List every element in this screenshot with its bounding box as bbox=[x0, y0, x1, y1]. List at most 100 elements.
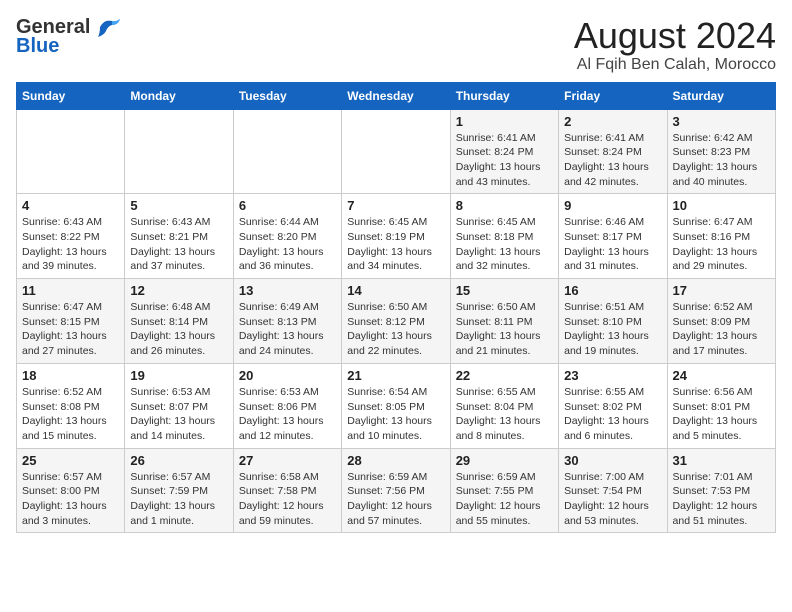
day-number: 21 bbox=[347, 368, 444, 383]
calendar-cell: 20 Sunrise: 6:53 AM Sunset: 8:06 PM Dayli… bbox=[233, 363, 341, 448]
title-block: August 2024 Al Fqih Ben Calah, Morocco bbox=[574, 16, 776, 74]
calendar-cell: 7 Sunrise: 6:45 AM Sunset: 8:19 PM Daylig… bbox=[342, 194, 450, 279]
day-number: 17 bbox=[673, 283, 770, 298]
calendar-subtitle: Al Fqih Ben Calah, Morocco bbox=[574, 56, 776, 74]
day-number: 30 bbox=[564, 453, 661, 468]
day-info: Sunrise: 6:52 AM Sunset: 8:09 PM Dayligh… bbox=[673, 300, 770, 359]
day-info: Sunrise: 6:59 AM Sunset: 7:55 PM Dayligh… bbox=[456, 470, 553, 529]
day-number: 29 bbox=[456, 453, 553, 468]
day-info: Sunrise: 6:54 AM Sunset: 8:05 PM Dayligh… bbox=[347, 385, 444, 444]
day-number: 28 bbox=[347, 453, 444, 468]
calendar-cell: 24 Sunrise: 6:56 AM Sunset: 8:01 PM Dayli… bbox=[667, 363, 775, 448]
header-wednesday: Wednesday bbox=[342, 82, 450, 109]
week-row-4: 18 Sunrise: 6:52 AM Sunset: 8:08 PM Dayli… bbox=[17, 363, 776, 448]
calendar-cell: 11Sunrise: 6:47 AM Sunset: 8:15 PM Dayli… bbox=[17, 279, 125, 364]
day-info: Sunrise: 6:46 AM Sunset: 8:17 PM Dayligh… bbox=[564, 215, 661, 274]
day-info: Sunrise: 6:44 AM Sunset: 8:20 PM Dayligh… bbox=[239, 215, 336, 274]
day-info: Sunrise: 6:55 AM Sunset: 8:02 PM Dayligh… bbox=[564, 385, 661, 444]
day-info: Sunrise: 6:45 AM Sunset: 8:18 PM Dayligh… bbox=[456, 215, 553, 274]
header-row: SundayMondayTuesdayWednesdayThursdayFrid… bbox=[17, 82, 776, 109]
calendar-cell: 22 Sunrise: 6:55 AM Sunset: 8:04 PM Dayli… bbox=[450, 363, 558, 448]
day-number: 18 bbox=[22, 368, 119, 383]
day-number: 6 bbox=[239, 198, 336, 213]
day-number: 11 bbox=[22, 283, 119, 298]
day-info: Sunrise: 6:59 AM Sunset: 7:56 PM Dayligh… bbox=[347, 470, 444, 529]
day-number: 12 bbox=[130, 283, 227, 298]
day-number: 3 bbox=[673, 114, 770, 129]
day-info: Sunrise: 6:43 AM Sunset: 8:21 PM Dayligh… bbox=[130, 215, 227, 274]
calendar-cell: 18 Sunrise: 6:52 AM Sunset: 8:08 PM Dayli… bbox=[17, 363, 125, 448]
day-number: 4 bbox=[22, 198, 119, 213]
day-info: Sunrise: 6:50 AM Sunset: 8:12 PM Dayligh… bbox=[347, 300, 444, 359]
day-number: 1 bbox=[456, 114, 553, 129]
calendar-cell: 31Sunrise: 7:01 AM Sunset: 7:53 PM Dayli… bbox=[667, 448, 775, 533]
week-row-3: 11Sunrise: 6:47 AM Sunset: 8:15 PM Dayli… bbox=[17, 279, 776, 364]
calendar-cell bbox=[233, 109, 341, 194]
day-number: 10 bbox=[673, 198, 770, 213]
day-number: 19 bbox=[130, 368, 227, 383]
calendar-cell: 16 Sunrise: 6:51 AM Sunset: 8:10 PM Dayli… bbox=[559, 279, 667, 364]
header-tuesday: Tuesday bbox=[233, 82, 341, 109]
calendar-title: August 2024 bbox=[574, 16, 776, 56]
calendar-cell: 8 Sunrise: 6:45 AM Sunset: 8:18 PM Daylig… bbox=[450, 194, 558, 279]
day-info: Sunrise: 6:53 AM Sunset: 8:06 PM Dayligh… bbox=[239, 385, 336, 444]
calendar-cell bbox=[125, 109, 233, 194]
calendar-cell: 21 Sunrise: 6:54 AM Sunset: 8:05 PM Dayli… bbox=[342, 363, 450, 448]
header-thursday: Thursday bbox=[450, 82, 558, 109]
header-monday: Monday bbox=[125, 82, 233, 109]
day-number: 13 bbox=[239, 283, 336, 298]
calendar-cell: 30 Sunrise: 7:00 AM Sunset: 7:54 PM Dayli… bbox=[559, 448, 667, 533]
day-number: 8 bbox=[456, 198, 553, 213]
calendar-table: SundayMondayTuesdayWednesdayThursdayFrid… bbox=[16, 82, 776, 534]
day-info: Sunrise: 6:48 AM Sunset: 8:14 PM Dayligh… bbox=[130, 300, 227, 359]
page-header: General Blue August 2024 Al Fqih Ben Cal… bbox=[16, 16, 776, 74]
calendar-cell: 10 Sunrise: 6:47 AM Sunset: 8:16 PM Dayli… bbox=[667, 194, 775, 279]
day-number: 24 bbox=[673, 368, 770, 383]
day-info: Sunrise: 6:57 AM Sunset: 7:59 PM Dayligh… bbox=[130, 470, 227, 529]
calendar-cell: 9 Sunrise: 6:46 AM Sunset: 8:17 PM Daylig… bbox=[559, 194, 667, 279]
calendar-cell: 26 Sunrise: 6:57 AM Sunset: 7:59 PM Dayli… bbox=[125, 448, 233, 533]
header-saturday: Saturday bbox=[667, 82, 775, 109]
logo: General Blue bbox=[16, 16, 122, 58]
week-row-2: 4 Sunrise: 6:43 AM Sunset: 8:22 PM Daylig… bbox=[17, 194, 776, 279]
day-number: 7 bbox=[347, 198, 444, 213]
calendar-cell: 23 Sunrise: 6:55 AM Sunset: 8:02 PM Dayli… bbox=[559, 363, 667, 448]
day-info: Sunrise: 7:00 AM Sunset: 7:54 PM Dayligh… bbox=[564, 470, 661, 529]
day-info: Sunrise: 6:52 AM Sunset: 8:08 PM Dayligh… bbox=[22, 385, 119, 444]
calendar-cell: 3 Sunrise: 6:42 AM Sunset: 8:23 PM Daylig… bbox=[667, 109, 775, 194]
calendar-cell: 15Sunrise: 6:50 AM Sunset: 8:11 PM Dayli… bbox=[450, 279, 558, 364]
day-number: 16 bbox=[564, 283, 661, 298]
calendar-cell: 4 Sunrise: 6:43 AM Sunset: 8:22 PM Daylig… bbox=[17, 194, 125, 279]
day-number: 26 bbox=[130, 453, 227, 468]
day-number: 27 bbox=[239, 453, 336, 468]
day-info: Sunrise: 6:41 AM Sunset: 8:24 PM Dayligh… bbox=[456, 131, 553, 190]
calendar-cell: 1 Sunrise: 6:41 AM Sunset: 8:24 PM Daylig… bbox=[450, 109, 558, 194]
day-info: Sunrise: 6:41 AM Sunset: 8:24 PM Dayligh… bbox=[564, 131, 661, 190]
calendar-cell: 19 Sunrise: 6:53 AM Sunset: 8:07 PM Dayli… bbox=[125, 363, 233, 448]
day-info: Sunrise: 6:43 AM Sunset: 8:22 PM Dayligh… bbox=[22, 215, 119, 274]
day-info: Sunrise: 6:51 AM Sunset: 8:10 PM Dayligh… bbox=[564, 300, 661, 359]
day-number: 9 bbox=[564, 198, 661, 213]
day-number: 23 bbox=[564, 368, 661, 383]
day-number: 22 bbox=[456, 368, 553, 383]
day-info: Sunrise: 6:47 AM Sunset: 8:16 PM Dayligh… bbox=[673, 215, 770, 274]
calendar-cell: 13 Sunrise: 6:49 AM Sunset: 8:13 PM Dayli… bbox=[233, 279, 341, 364]
day-info: Sunrise: 6:49 AM Sunset: 8:13 PM Dayligh… bbox=[239, 300, 336, 359]
day-info: Sunrise: 6:53 AM Sunset: 8:07 PM Dayligh… bbox=[130, 385, 227, 444]
calendar-cell: 6 Sunrise: 6:44 AM Sunset: 8:20 PM Daylig… bbox=[233, 194, 341, 279]
day-info: Sunrise: 6:58 AM Sunset: 7:58 PM Dayligh… bbox=[239, 470, 336, 529]
calendar-cell: 27 Sunrise: 6:58 AM Sunset: 7:58 PM Dayli… bbox=[233, 448, 341, 533]
logo-blue: Blue bbox=[16, 35, 59, 58]
day-number: 20 bbox=[239, 368, 336, 383]
day-number: 5 bbox=[130, 198, 227, 213]
calendar-cell: 17 Sunrise: 6:52 AM Sunset: 8:09 PM Dayli… bbox=[667, 279, 775, 364]
week-row-1: 1 Sunrise: 6:41 AM Sunset: 8:24 PM Daylig… bbox=[17, 109, 776, 194]
day-info: Sunrise: 6:45 AM Sunset: 8:19 PM Dayligh… bbox=[347, 215, 444, 274]
week-row-5: 25Sunrise: 6:57 AM Sunset: 8:00 PM Dayli… bbox=[17, 448, 776, 533]
calendar-cell: 5 Sunrise: 6:43 AM Sunset: 8:21 PM Daylig… bbox=[125, 194, 233, 279]
day-info: Sunrise: 6:56 AM Sunset: 8:01 PM Dayligh… bbox=[673, 385, 770, 444]
day-info: Sunrise: 7:01 AM Sunset: 7:53 PM Dayligh… bbox=[673, 470, 770, 529]
day-info: Sunrise: 6:42 AM Sunset: 8:23 PM Dayligh… bbox=[673, 131, 770, 190]
calendar-cell bbox=[17, 109, 125, 194]
day-info: Sunrise: 6:55 AM Sunset: 8:04 PM Dayligh… bbox=[456, 385, 553, 444]
